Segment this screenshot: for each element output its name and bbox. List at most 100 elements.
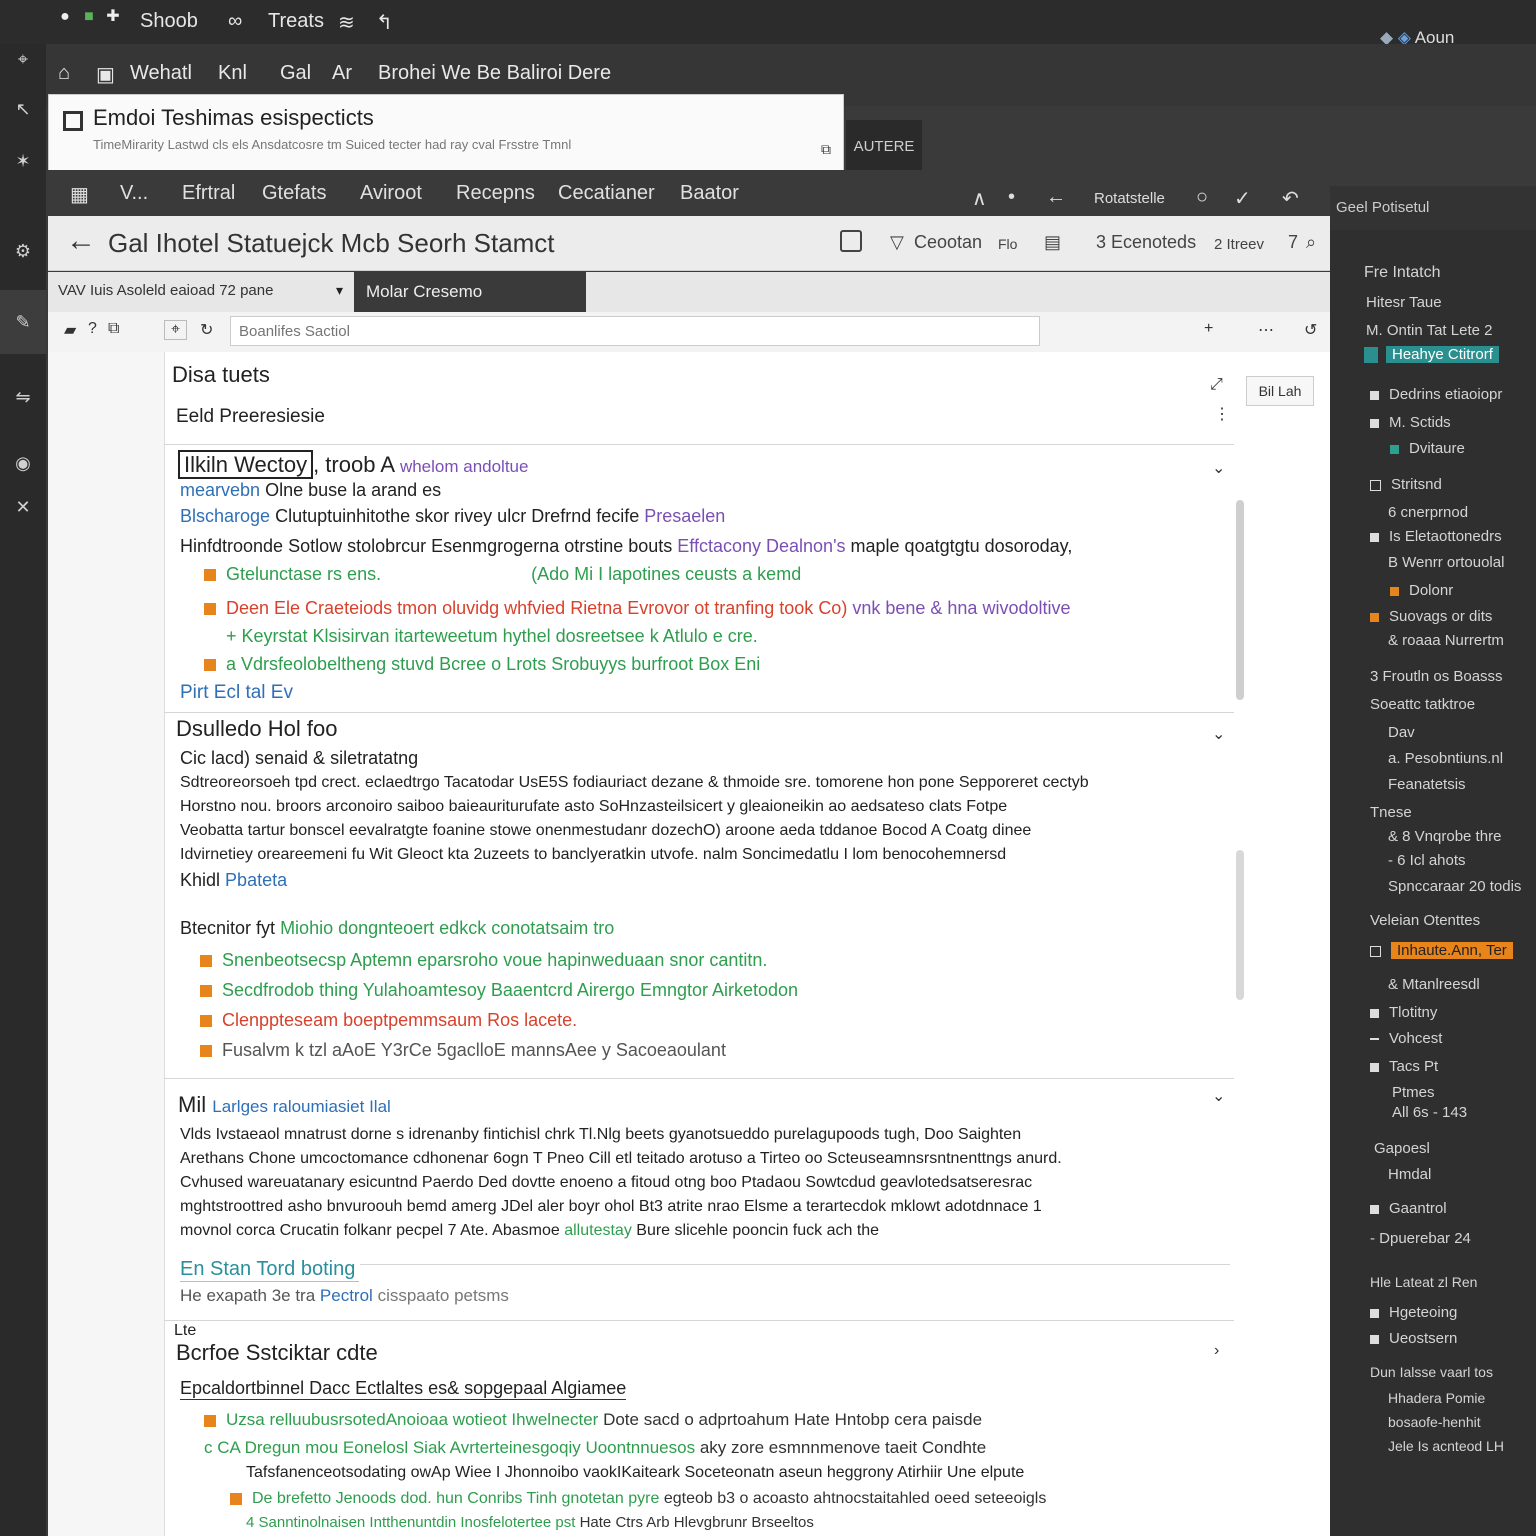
home-icon[interactable]: ⌂ [58,62,70,85]
panel-item[interactable]: Hmdal [1330,1166,1536,1183]
help-icon[interactable]: ? [88,320,97,338]
search-input[interactable] [230,316,1040,346]
eye-icon[interactable]: ◉ [12,452,34,474]
panel-item[interactable]: - Dpuerebar 24 [1330,1230,1536,1247]
panel-item[interactable]: 6 cnerprnod [1330,504,1536,521]
panel-item[interactable]: Hgeteoing [1330,1304,1536,1321]
panel-item[interactable]: a. Pesobntiuns.nl [1330,750,1536,767]
dot-icon[interactable]: • [1008,186,1015,209]
panel-item[interactable]: Stritsnd [1330,476,1536,493]
panel-item[interactable]: Tnese [1330,804,1536,821]
panel-item[interactable]: Feanatetsis [1330,776,1536,793]
search-icon[interactable]: ⌕ [1306,232,1316,253]
items-count[interactable]: 2 Itreev [1214,236,1264,253]
panel-item[interactable]: Ptmes [1330,1084,1536,1101]
panel-item[interactable]: Tacs Pt [1330,1058,1536,1075]
undo-icon[interactable]: ↶ [1282,186,1299,211]
text-link[interactable]: Pbateta [225,870,287,890]
tab[interactable]: V... [120,182,148,205]
panel-item[interactable]: Dedrins etiaoiopr [1330,386,1536,403]
dropdown-caret-icon[interactable]: ▾ [336,282,343,299]
close-icon[interactable]: ✕ [12,496,34,518]
folder-icon[interactable]: ▰ [64,320,76,340]
panel-item[interactable]: Veleian Otenttes [1330,912,1536,929]
panel-item[interactable]: Hle Lateat zl Ren [1330,1274,1536,1290]
panel-item-selected[interactable]: Heahye Ctitrorf [1330,346,1536,364]
panel-item[interactable]: Hhadera Pomie [1330,1390,1536,1406]
panel-item[interactable]: & Mtanlreesdl [1330,976,1536,993]
chevron-icon[interactable]: ⌄ [1212,1086,1225,1106]
back-arrow-icon[interactable]: ← [66,224,96,258]
filter-icon[interactable]: ▽ [890,232,904,253]
scrollbar[interactable] [1236,500,1244,700]
panel-item[interactable]: M. Ontin Tat Lete 2 [1330,322,1536,339]
grid-icon[interactable]: ▦ [70,182,89,207]
tab[interactable]: Recepns [456,182,535,205]
tab[interactable]: Aviroot [360,182,422,205]
up-icon[interactable]: ∧ [972,186,987,211]
back-arrow-icon[interactable]: ← [1046,186,1066,209]
subtab-active[interactable]: Molar Cresemo [354,272,586,312]
auto-button[interactable]: AUTERE [846,120,922,174]
panel-item[interactable]: M. Sctids [1330,414,1536,431]
tab[interactable]: Baator [680,182,739,205]
link-icon[interactable]: ⇋ [12,386,34,408]
location-icon[interactable]: ⌖ [164,320,188,340]
apple-icon[interactable]: ● [56,8,74,26]
tab[interactable]: Cecatianer [558,182,655,205]
refresh-icon[interactable]: ↻ [200,320,213,340]
star-icon[interactable]: ✶ [12,150,34,172]
edit-icon[interactable]: ✎ [0,290,46,354]
menu-item[interactable]: Wehatl [130,62,192,85]
app-green-icon[interactable]: ■ [80,8,98,26]
bag-icon[interactable]: ▣ [96,62,115,87]
check-icon[interactable]: ✓ [1234,186,1251,211]
panel-item[interactable]: - 6 Icl ahots [1330,852,1536,869]
calendar-icon[interactable]: ▤ [1044,232,1061,253]
panel-item[interactable]: bosaofe-henhit [1330,1414,1536,1430]
panel-item[interactable]: B Wenrr ortouolal [1330,554,1536,571]
subtab-info[interactable]: VAV Iuis Asoleld eaioad 72 pane [58,282,273,299]
side-tag[interactable]: Bil Lah [1246,376,1314,406]
panel-item[interactable]: Dvitaure [1330,440,1536,457]
menu-item[interactable]: Brohei We Be Baliroi Dere [378,62,611,85]
chevron-down-icon[interactable]: ⌄ [1212,724,1225,744]
panel-item[interactable]: Hitesr Taue [1330,294,1536,311]
tab[interactable]: Gtefats [262,182,326,205]
panel-item[interactable]: Is Eletaottonedrs [1330,528,1536,545]
panel-item[interactable]: Dolonr [1330,582,1536,599]
panel-item-highlight[interactable]: Inhaute.Ann, Ter [1330,942,1536,959]
expand-icon[interactable]: ⤢ [1210,376,1223,394]
inline-link[interactable]: En Stan Tord boting [180,1258,360,1282]
chevron-right-icon[interactable]: › [1214,1342,1219,1360]
panel-item[interactable]: 3 Froutln os Boasss [1330,668,1536,685]
more-icon[interactable]: ⋯ [1258,320,1274,340]
panel-item[interactable]: Gaantrol [1330,1200,1536,1217]
pin-icon[interactable]: ⌖ [12,48,34,70]
panel-item[interactable]: & 8 Vnqrobe thre [1330,828,1536,845]
app-menu-2[interactable]: Treats [268,10,324,33]
plus-icon[interactable]: + [1204,320,1213,338]
panel-item[interactable]: Jele Is acnteod LH [1330,1438,1536,1454]
panel-item[interactable]: Tlotitny [1330,1004,1536,1021]
panel-item[interactable]: All 6s - 143 [1330,1104,1536,1121]
panel-item[interactable]: Dav [1330,724,1536,741]
panel-item[interactable]: Soeattc tatktroe [1330,696,1536,713]
select-checkbox[interactable] [63,111,83,131]
circle-icon[interactable]: ○ [1196,186,1208,209]
cursor-icon[interactable]: ↖ [12,98,34,120]
scrollbar-secondary[interactable] [1236,850,1244,1000]
gear-icon[interactable]: ⚙ [12,240,34,262]
cursor-small-icon[interactable]: ↰ [376,10,393,35]
panel-item[interactable]: Dun Ialsse vaarl tos [1330,1364,1536,1380]
chevron-down-icon[interactable]: ⌄ [1212,458,1225,478]
tag-icon[interactable]: ≋ [338,10,355,35]
tab[interactable]: Efrtral [182,182,235,205]
more-vertical-icon[interactable]: ⋮ [1214,404,1230,424]
app-menu-1[interactable]: Shoob [140,10,198,33]
loop-icon[interactable]: ∞ [228,10,242,33]
panel-item[interactable]: Ueostsern [1330,1330,1536,1347]
sync-icon[interactable]: ↺ [1304,320,1317,340]
menu-item[interactable]: Knl [218,62,247,85]
events-count[interactable]: 3 Ecenoteds [1096,232,1196,253]
